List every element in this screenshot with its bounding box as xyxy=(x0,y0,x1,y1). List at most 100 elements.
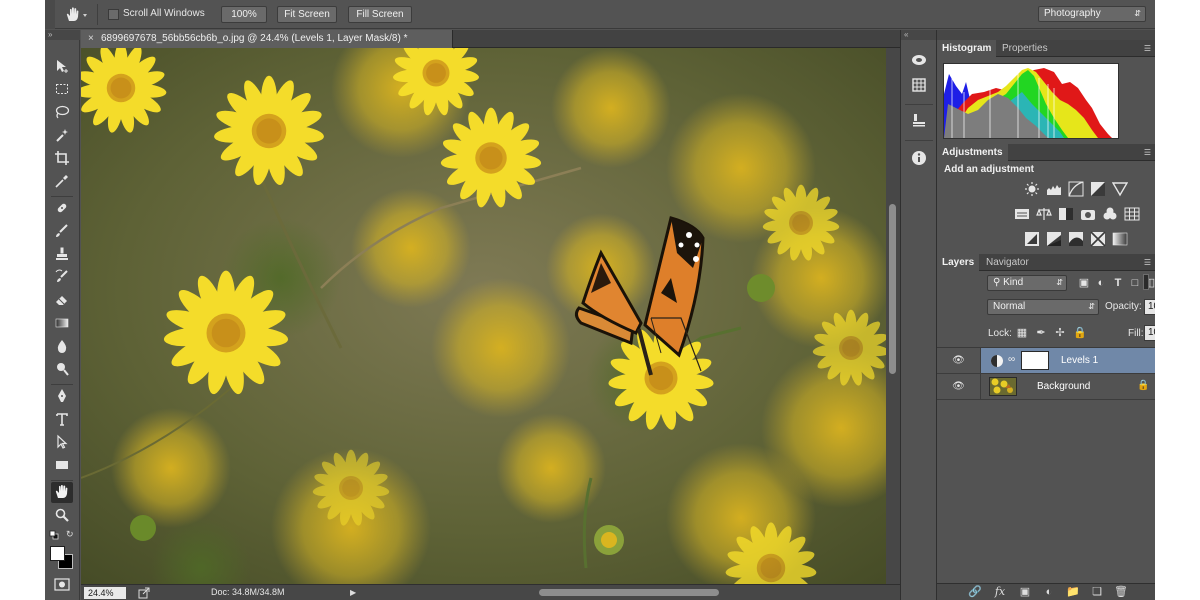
layer-mask-thumbnail[interactable] xyxy=(1021,351,1049,370)
color-balance-icon[interactable] xyxy=(1036,206,1052,222)
filter-type-icon[interactable]: T xyxy=(1111,276,1125,290)
tab-histogram[interactable]: Histogram xyxy=(937,40,997,57)
scroll-thumb[interactable] xyxy=(889,204,896,374)
options-grip[interactable] xyxy=(45,0,55,29)
new-layer-icon[interactable]: ❏ xyxy=(1089,585,1105,599)
tab-properties[interactable]: Properties xyxy=(997,40,1053,57)
brush-presets-icon[interactable] xyxy=(909,112,929,132)
zoom-level-field[interactable]: 24.4% xyxy=(84,587,126,599)
filter-shape-icon[interactable]: □ xyxy=(1128,276,1142,290)
eyedropper-tool-icon[interactable] xyxy=(51,171,73,192)
collapse-tools-icon[interactable]: » xyxy=(45,30,80,40)
opacity-input[interactable]: 100% xyxy=(1144,299,1155,315)
cache-warning-icon[interactable]: ⚠ xyxy=(1102,68,1113,82)
grid-panel-icon[interactable] xyxy=(909,77,929,97)
delete-layer-icon[interactable]: 🗑 xyxy=(1113,585,1129,599)
vibrance-icon[interactable] xyxy=(1111,181,1129,197)
filter-toggle-switch[interactable] xyxy=(1143,274,1149,290)
curves-icon[interactable] xyxy=(1068,181,1084,197)
chain-link-icon[interactable]: ∞ xyxy=(1008,354,1018,368)
eraser-tool-icon[interactable] xyxy=(51,290,73,311)
lock-position-icon[interactable]: ✢ xyxy=(1053,326,1067,340)
add-mask-icon[interactable]: ▣ xyxy=(1017,585,1033,599)
vertical-scrollbar[interactable] xyxy=(886,48,900,584)
history-brush-tool-icon[interactable] xyxy=(51,267,73,288)
move-tool-icon[interactable] xyxy=(51,56,73,77)
gradient-map-icon[interactable] xyxy=(1112,231,1128,247)
clone-stamp-tool-icon[interactable] xyxy=(51,244,73,265)
panel-menu-icon[interactable]: ☰ xyxy=(1144,254,1151,271)
document-tab[interactable]: × 6899697678_56bb56cb6b_o.jpg @ 24.4% (L… xyxy=(81,30,453,48)
visibility-eye-icon[interactable]: 👁 xyxy=(937,348,981,374)
zoom-tool-icon[interactable] xyxy=(51,505,73,526)
invert-icon[interactable] xyxy=(1024,231,1040,247)
dodge-tool-icon[interactable] xyxy=(51,359,73,380)
fill-input[interactable]: 100% xyxy=(1144,325,1155,341)
hue-saturation-icon[interactable] xyxy=(1014,206,1030,222)
filter-adjustment-icon[interactable]: ◐ xyxy=(1094,276,1108,290)
zoom-100-button[interactable]: 100% xyxy=(221,6,267,23)
panel-menu-icon[interactable]: ☰ xyxy=(1144,40,1151,57)
blur-tool-icon[interactable] xyxy=(51,336,73,357)
workspace-switcher[interactable]: Photography ⇵ xyxy=(1038,6,1146,22)
black-white-icon[interactable] xyxy=(1058,206,1074,222)
fit-screen-button[interactable]: Fit Screen xyxy=(277,6,337,23)
exposure-icon[interactable] xyxy=(1090,181,1106,197)
info-icon[interactable] xyxy=(909,150,929,170)
visibility-eye-icon[interactable]: 👁 xyxy=(937,374,981,400)
lock-transparent-icon[interactable]: ▦ xyxy=(1015,326,1029,340)
layer-row-background[interactable]: Background 🔒 xyxy=(981,374,1155,400)
scroll-all-windows-checkbox[interactable] xyxy=(108,9,119,20)
healing-brush-tool-icon[interactable] xyxy=(51,198,73,219)
brush-tool-icon[interactable] xyxy=(51,221,73,242)
foreground-color-swatch[interactable] xyxy=(50,546,65,561)
threshold-icon[interactable] xyxy=(1068,231,1084,247)
path-selection-tool-icon[interactable] xyxy=(51,432,73,453)
tab-adjustments[interactable]: Adjustments xyxy=(937,144,1008,161)
new-group-icon[interactable]: 📁 xyxy=(1065,585,1081,599)
channel-mixer-icon[interactable] xyxy=(1102,206,1118,222)
tool-separator xyxy=(51,480,73,481)
marquee-tool-icon[interactable] xyxy=(51,79,73,100)
layer-style-fx-icon[interactable]: fx xyxy=(992,585,1008,599)
link-layers-icon[interactable]: 🔗 xyxy=(967,585,983,599)
gradient-tool-icon[interactable] xyxy=(51,313,73,334)
filter-pixel-icon[interactable]: ▣ xyxy=(1077,276,1091,290)
quick-mask-icon[interactable] xyxy=(54,578,70,591)
photo-filter-icon[interactable] xyxy=(1080,206,1096,222)
3d-panel-icon[interactable] xyxy=(909,52,929,72)
selective-color-icon[interactable] xyxy=(1090,231,1106,247)
swap-colors-icon[interactable]: ↻ xyxy=(66,529,76,539)
status-menu-icon[interactable]: ▶ xyxy=(350,588,358,598)
type-tool-icon[interactable] xyxy=(51,409,73,430)
color-lookup-icon[interactable] xyxy=(1124,206,1140,222)
export-icon[interactable] xyxy=(138,587,150,599)
tab-navigator[interactable]: Navigator xyxy=(981,254,1034,271)
panel-menu-icon[interactable]: ☰ xyxy=(1144,144,1151,161)
layer-thumbnail[interactable] xyxy=(989,377,1017,396)
pen-tool-icon[interactable] xyxy=(51,386,73,407)
posterize-icon[interactable] xyxy=(1046,231,1062,247)
crop-tool-icon[interactable] xyxy=(51,148,73,169)
lock-image-icon[interactable]: ✒ xyxy=(1034,326,1048,340)
collapse-strip-icon[interactable]: « xyxy=(901,30,936,40)
quick-selection-tool-icon[interactable] xyxy=(51,125,73,146)
hand-tool-preset-icon[interactable] xyxy=(63,6,89,24)
horizontal-scroll-thumb[interactable] xyxy=(539,589,719,596)
layer-filter-select[interactable]: ⚲ Kind ⇵ xyxy=(987,275,1067,291)
fill-screen-button[interactable]: Fill Screen xyxy=(348,6,412,23)
histogram-panel-tabs: Histogram Properties ☰ xyxy=(937,40,1155,57)
lock-all-icon[interactable]: 🔒 xyxy=(1073,326,1087,340)
document-canvas[interactable] xyxy=(81,48,886,584)
lasso-tool-icon[interactable] xyxy=(51,102,73,123)
close-icon[interactable]: × xyxy=(88,30,94,48)
blend-mode-select[interactable]: Normal ⇵ xyxy=(987,299,1099,315)
new-adjustment-layer-icon[interactable]: ◐ xyxy=(1041,585,1057,599)
layer-row-levels[interactable]: ∞ Levels 1 xyxy=(981,348,1155,374)
brightness-contrast-icon[interactable] xyxy=(1024,181,1040,197)
levels-icon[interactable] xyxy=(1046,181,1062,197)
hand-tool-icon[interactable] xyxy=(51,482,73,503)
default-colors-icon[interactable] xyxy=(49,530,59,540)
rectangle-tool-icon[interactable] xyxy=(51,455,73,476)
tab-layers[interactable]: Layers xyxy=(937,254,980,271)
